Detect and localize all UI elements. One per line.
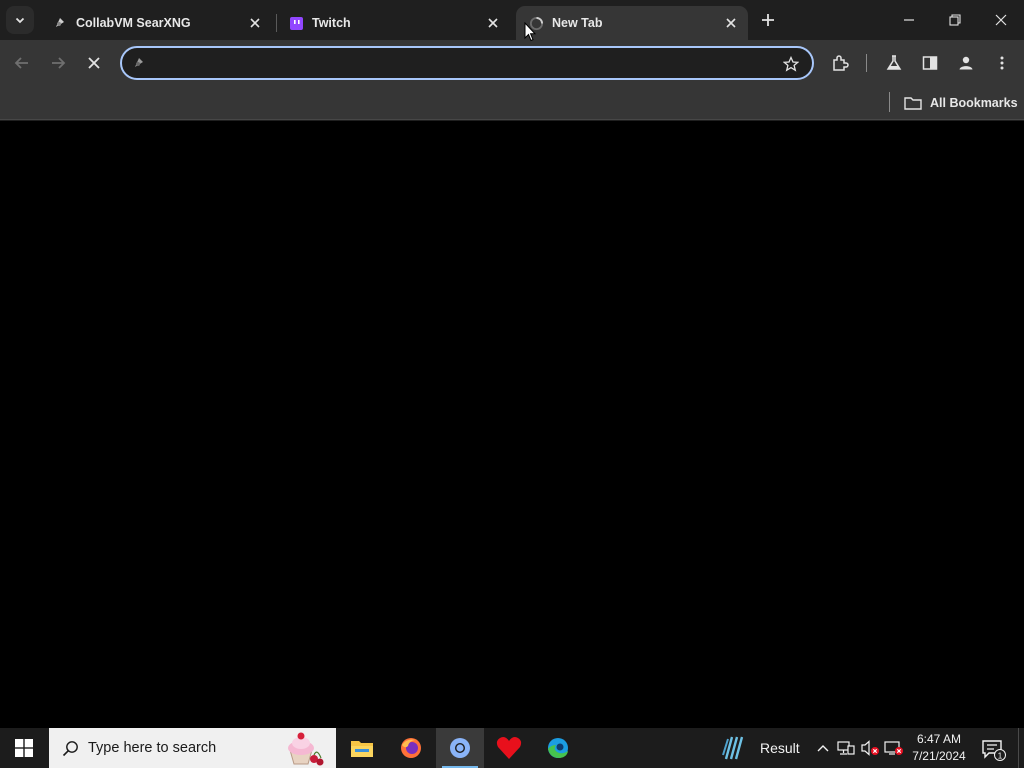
windows-logo-icon [15,739,33,757]
close-window-button[interactable] [978,0,1024,40]
restore-icon [949,14,961,26]
display-alert-icon [884,741,903,755]
bookmarks-separator [889,92,890,112]
restore-button[interactable] [932,0,978,40]
searxng-icon [52,15,68,31]
edge-icon [548,738,568,758]
show-hidden-icons-button[interactable] [813,738,833,758]
tab-new-tab[interactable]: New Tab [516,6,748,40]
close-icon [88,57,100,69]
rain-icon [722,736,744,760]
firefox-icon [401,738,421,758]
weather-label: Result [760,740,800,756]
page-content [0,121,1024,728]
tab-search-button[interactable] [6,6,34,34]
close-icon [995,14,1007,26]
network-icon [837,741,855,755]
arrow-right-icon [52,57,66,69]
tab-title: New Tab [552,16,603,30]
chrome-icon [450,738,470,758]
side-panel-button[interactable] [916,49,944,77]
searxng-icon [130,54,148,72]
minimize-icon [904,19,914,21]
puzzle-icon [833,55,849,71]
clock-date: 7/21/2024 [912,749,966,763]
stop-loading-button[interactable] [80,49,108,77]
toolbar-separator [866,54,867,72]
person-icon [959,56,973,70]
arrow-left-icon [14,57,28,69]
forward-button[interactable] [44,49,72,77]
tab-collabvm-searxng[interactable]: CollabVM SearXNG [40,6,272,40]
twitch-icon [288,15,304,31]
chevron-down-icon [15,17,25,24]
extensions-button[interactable] [826,49,854,77]
back-button[interactable] [8,49,36,77]
minimize-button[interactable] [886,0,932,40]
cupcake-icon [288,732,324,766]
all-bookmarks-button[interactable]: All Bookmarks [904,91,1018,115]
tab-strip: CollabVM SearXNG Twitch New Tab [0,0,1024,40]
mouse-cursor-icon [524,22,536,42]
clock-time: 6:47 AM [916,732,962,746]
plus-icon [762,14,774,26]
taskbar-heart-app[interactable] [485,728,533,768]
close-tab-icon[interactable] [484,14,502,32]
profile-button[interactable] [952,49,980,77]
address-bar[interactable] [120,46,814,80]
show-desktop-button[interactable] [1018,728,1020,768]
bookmark-star-button[interactable] [780,53,802,75]
heart-app-icon [496,737,522,759]
action-center-button[interactable]: 1 [980,736,1006,762]
chevron-up-icon [817,745,829,752]
taskbar-edge[interactable] [534,728,582,768]
taskbar-weather-widget[interactable]: Result [720,728,800,768]
labs-button[interactable] [880,49,908,77]
search-icon [60,738,80,758]
new-tab-button[interactable] [756,8,780,32]
all-bookmarks-label: All Bookmarks [930,96,1018,110]
menu-button[interactable] [988,49,1016,77]
security-tray-button[interactable] [884,738,904,758]
address-input[interactable] [156,52,766,74]
tab-title: Twitch [312,16,351,30]
taskbar-firefox[interactable] [387,728,435,768]
file-explorer-icon [351,741,373,757]
windows-taskbar: Type here to search Result 6:47 AM 7/21/… [0,728,1024,768]
taskbar-search-box[interactable]: Type here to search [49,728,336,768]
kebab-menu-icon [1000,56,1004,70]
tab-twitch[interactable]: Twitch [276,6,510,40]
bookmarks-bar: All Bookmarks [0,86,1024,120]
volume-tray-button[interactable] [860,738,880,758]
flask-icon [886,55,902,70]
taskbar-chrome[interactable] [436,728,484,768]
folder-icon [904,95,924,111]
tab-title: CollabVM SearXNG [76,16,191,30]
start-button[interactable] [0,728,48,768]
taskbar-file-explorer[interactable] [338,728,386,768]
search-placeholder: Type here to search [88,740,217,756]
taskbar-clock[interactable]: 6:47 AM 7/21/2024 [906,731,972,765]
close-tab-icon[interactable] [246,14,264,32]
browser-toolbar [0,40,1024,86]
volume-muted-icon [861,740,879,756]
network-tray-button[interactable] [836,738,856,758]
notification-icon: 1 [982,740,1006,761]
browser-window: CollabVM SearXNG Twitch New Tab All Book… [0,0,1024,121]
star-icon [783,56,799,72]
close-tab-icon[interactable] [722,14,740,32]
notification-count: 1 [998,750,1003,760]
side-panel-icon [922,56,938,70]
